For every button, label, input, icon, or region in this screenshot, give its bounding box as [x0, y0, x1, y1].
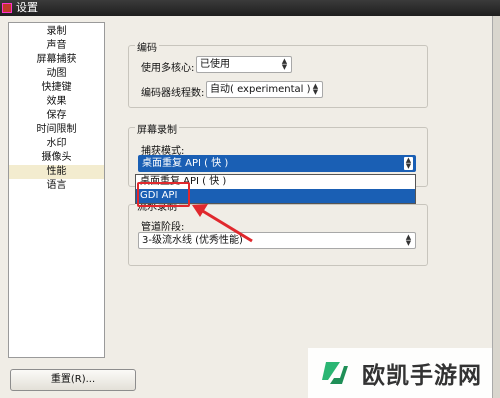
sidebar-item-save[interactable]: 保存 — [9, 109, 104, 123]
pipeline-stage-select[interactable]: 3-级流水线 (优秀性能) ▲ ▼ — [138, 232, 416, 249]
brand-logo-icon — [322, 362, 348, 384]
sidebar-item-performance[interactable]: 性能 — [9, 165, 104, 179]
window-title: 设置 — [16, 1, 38, 14]
sidebar-item-record[interactable]: 录制 — [9, 25, 104, 39]
encoding-legend: 编码 — [135, 39, 159, 54]
chevron-updown-icon: ▲ ▼ — [312, 82, 319, 96]
multicore-label: 使用多核心: — [141, 63, 195, 74]
sidebar-item-language[interactable]: 语言 — [9, 179, 104, 193]
reset-button[interactable]: 重置(R)... — [10, 369, 136, 391]
chevron-updown-icon: ▲ ▼ — [404, 156, 413, 170]
capture-mode-select[interactable]: 桌面重复 API ( 快 ) ▲ ▼ — [138, 155, 416, 172]
threads-value: 自动( experimental ) — [210, 84, 311, 95]
threads-select[interactable]: 自动( experimental ) ▲ ▼ — [206, 81, 323, 98]
capture-mode-value: 桌面重复 API ( 快 ) — [142, 158, 229, 169]
brand-name: 欧凯手游网 — [362, 363, 482, 389]
sidebar-item-effects[interactable]: 效果 — [9, 95, 104, 109]
sidebar-item-hotkeys[interactable]: 快捷键 — [9, 81, 104, 95]
sidebar-item-watermark[interactable]: 水印 — [9, 137, 104, 151]
sidebar-item-screen-capture[interactable]: 屏幕捕获 — [9, 53, 104, 67]
annotation-highlight-box — [137, 182, 190, 207]
pipeline-stage-label: 管道阶段: — [141, 222, 185, 233]
screen-capture-legend: 屏幕录制 — [135, 121, 179, 136]
sidebar-item-audio[interactable]: 声音 — [9, 39, 104, 53]
sidebar-item-gif[interactable]: 动图 — [9, 67, 104, 81]
sidebar-item-camera[interactable]: 摄像头 — [9, 151, 104, 165]
pipeline-stage-value: 3-级流水线 (优秀性能) — [142, 235, 243, 246]
threads-label: 编码器线程数: — [141, 88, 205, 99]
multicore-select[interactable]: 已使用 ▲ ▼ — [196, 56, 292, 73]
brand-watermark: 欧凯手游网 — [308, 348, 492, 398]
sidebar-item-time-limit[interactable]: 时间限制 — [9, 123, 104, 137]
settings-sidebar: 录制 声音 屏幕捕获 动图 快捷键 效果 保存 时间限制 水印 摄像头 性能 语… — [8, 22, 105, 358]
chevron-updown-icon: ▲ ▼ — [281, 57, 288, 71]
title-bar: 设置 — [0, 0, 500, 16]
app-icon — [2, 3, 12, 13]
chevron-updown-icon: ▲ ▼ — [405, 233, 412, 247]
window-right-edge — [492, 16, 500, 398]
multicore-value: 已使用 — [200, 59, 230, 70]
